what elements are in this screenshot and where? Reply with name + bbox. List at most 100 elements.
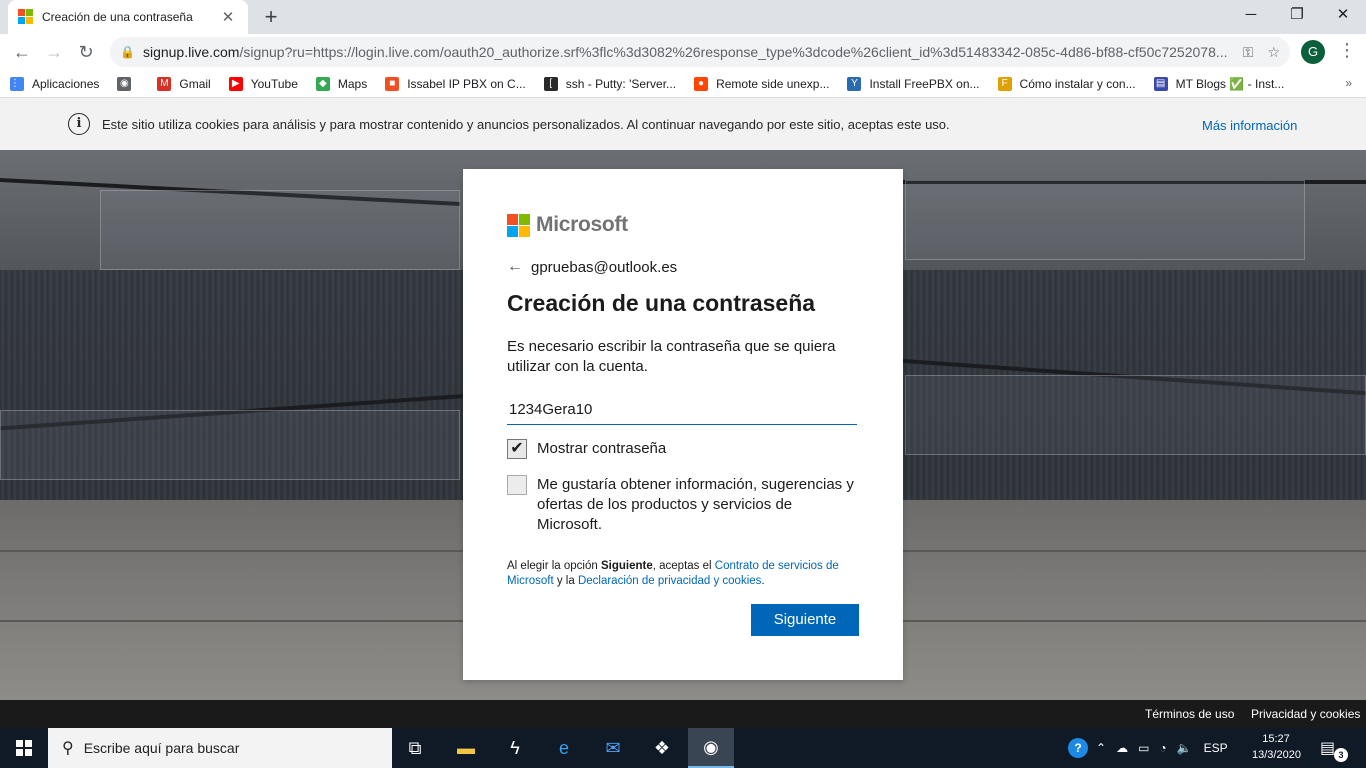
tray-expand-icon[interactable]: ⌃ [1096, 741, 1106, 755]
url-host: signup.live.com [142, 44, 240, 60]
notifications-icon[interactable]: ▤ [1320, 738, 1335, 758]
page-description: Es necesario escribir la contraseña que … [507, 338, 836, 375]
identity-banner: ← gpruebas@outlook.es [507, 258, 859, 276]
notification-count-badge: 3 [1334, 748, 1348, 762]
language-indicator[interactable]: ESP [1204, 741, 1228, 755]
bookmark-item[interactable]: [ ssh - Putty: 'Server... [543, 76, 677, 91]
password-input[interactable] [507, 395, 857, 425]
terms-prefix: Al elegir la opción [507, 560, 601, 572]
bookmark-label: Cómo instalar y con... [1019, 76, 1136, 91]
freepbx-icon: Y [847, 76, 862, 91]
bookmark-item[interactable]: M Gmail [157, 76, 211, 91]
windows-logo-icon [16, 740, 32, 756]
bookmark-label: YouTube [250, 76, 298, 91]
marketing-row: Me gustaría obtener información, sugeren… [507, 475, 859, 535]
forward-icon[interactable]: → [38, 42, 70, 63]
start-button[interactable] [0, 728, 48, 768]
next-button[interactable]: Siguiente [751, 604, 859, 636]
taskbar-search[interactable]: ⚲ Escribe aquí para buscar [48, 728, 392, 768]
taskbar-search-placeholder: Escribe aquí para buscar [83, 740, 240, 756]
back-icon[interactable]: ← [6, 42, 38, 63]
clock-time: 15:27 [1262, 733, 1290, 745]
bookmark-item[interactable]: ◉ [117, 76, 139, 91]
terms-and: y la [553, 575, 578, 587]
bookmark-item[interactable]: ⋮⋮ Aplicaciones [10, 76, 100, 91]
minimize-button[interactable]: ─ [1228, 4, 1274, 26]
tab-close-icon[interactable]: ✕ [218, 8, 238, 26]
terms-middle: , aceptas el [652, 560, 715, 572]
help-icon[interactable]: ? [1068, 738, 1088, 758]
bookmark-item[interactable]: ▶ YouTube [228, 76, 298, 91]
terms-end: . [761, 575, 765, 587]
privacy-cookies-link[interactable]: Privacidad y cookies [1251, 707, 1360, 721]
edge-icon[interactable]: e [541, 728, 587, 768]
battery-icon[interactable]: ▭ [1138, 741, 1149, 755]
url-path: /signup?ru=https://login.live.com/oauth2… [239, 44, 1228, 60]
file-explorer-icon[interactable]: ▬ [443, 728, 489, 768]
maximize-button[interactable]: ❐ [1274, 4, 1320, 26]
bookmarks-more-button[interactable]: » [1345, 76, 1352, 90]
bookmark-item[interactable]: Y Install FreePBX on... [847, 76, 980, 91]
microsoft-icon: ■ [385, 76, 400, 91]
signup-card: Microsoft ← gpruebas@outlook.es Creación… [463, 169, 903, 680]
bookmark-label: ssh - Putty: 'Server... [565, 76, 677, 91]
browser-menu-icon[interactable]: ⋮ [1338, 40, 1356, 61]
close-window-button[interactable]: ✕ [1320, 4, 1366, 26]
bookmark-item[interactable]: ◆ Maps [315, 76, 368, 91]
reload-icon[interactable]: ↻ [70, 42, 102, 63]
onedrive-icon[interactable]: ☁ [1116, 741, 1128, 755]
clock-date: 13/3/2020 [1252, 749, 1301, 761]
dropbox-icon[interactable]: ❖ [639, 728, 685, 768]
back-arrow-icon[interactable]: ← [507, 258, 523, 276]
terms-of-use-link[interactable]: Términos de uso [1145, 707, 1234, 721]
volume-icon[interactable]: 🔈 [1177, 741, 1192, 755]
cookie-more-info-link[interactable]: Más información [1202, 118, 1297, 133]
show-password-checkbox[interactable]: ✔ [507, 439, 527, 459]
tab-title: Creación de una contraseña [42, 10, 193, 24]
app-lightning-icon[interactable]: ϟ [492, 728, 538, 768]
microsoft-brand-name: Microsoft [536, 213, 628, 236]
terms-text: Al elegir la opción Siguiente, aceptas e… [507, 559, 857, 589]
system-tray: ? ⌃ ☁ ▭ ◔ 🔈 ESP [1068, 728, 1228, 768]
reddit-icon: ● [694, 76, 709, 91]
bookmark-label: Maps [337, 76, 368, 91]
bookmark-item[interactable]: ▤ MT Blogs ✅ - Inst... [1153, 76, 1284, 91]
apps-grid-icon: ⋮⋮ [10, 76, 30, 91]
chrome-icon[interactable]: ◉ [688, 728, 734, 768]
foss-linux-icon: F [997, 76, 1012, 91]
profile-avatar[interactable]: G [1301, 40, 1325, 64]
terms-bold: Siguiente [600, 560, 653, 572]
browser-tab[interactable]: Creación de una contraseña ✕ [8, 0, 248, 34]
privacy-statement-link[interactable]: Declaración de privacidad y cookies [578, 575, 761, 587]
browser-tab-strip: Creación de una contraseña ✕ + ─ ❐ ✕ [0, 0, 1366, 34]
page-title: Creación de una contraseña [507, 290, 816, 316]
windows-taskbar: ⚲ Escribe aquí para buscar ⧉ ▬ ϟ e ✉ ❖ ◉… [0, 728, 1366, 768]
bookmark-star-icon[interactable]: ☆ [1267, 44, 1280, 61]
key-icon[interactable]: ⚿ [1243, 44, 1254, 61]
identity-email: gpruebas@outlook.es [531, 258, 678, 276]
mail-icon[interactable]: ✉ [590, 728, 636, 768]
bookmark-item[interactable]: ■ Issabel IP PBX on C... [385, 76, 526, 91]
lock-icon[interactable]: 🔒 [120, 45, 135, 59]
bookmark-item[interactable]: F Cómo instalar y con... [997, 76, 1136, 91]
bookmark-label: Issabel IP PBX on C... [407, 76, 526, 91]
bookmark-item[interactable]: ● Remote side unexp... [694, 76, 830, 91]
microsoft-logo: Microsoft [507, 213, 859, 237]
browser-toolbar: ← → ↻ 🔒 signup.live.com /signup?ru=https… [0, 34, 1366, 70]
address-bar[interactable]: 🔒 signup.live.com /signup?ru=https://log… [110, 37, 1290, 67]
marketing-checkbox[interactable] [507, 475, 527, 495]
info-icon: i [68, 113, 90, 135]
search-icon: ⚲ [62, 740, 74, 757]
show-password-row: ✔ Mostrar contraseña [507, 439, 859, 459]
cookie-banner: i Este sitio utiliza cookies para anális… [0, 98, 1366, 150]
wifi-icon[interactable]: ◔ [1159, 741, 1166, 755]
bracket-icon: [ [543, 76, 558, 91]
clock[interactable]: 15:27 13/3/2020 [1252, 731, 1301, 763]
new-tab-button[interactable]: + [258, 4, 284, 30]
bookmark-label: Aplicaciones [32, 76, 100, 91]
bookmark-label: Remote side unexp... [716, 76, 830, 91]
youtube-icon: ▶ [228, 76, 243, 91]
bookmark-label: Install FreePBX on... [869, 76, 980, 91]
maps-icon: ◆ [315, 76, 330, 91]
task-view-icon[interactable]: ⧉ [392, 728, 438, 768]
